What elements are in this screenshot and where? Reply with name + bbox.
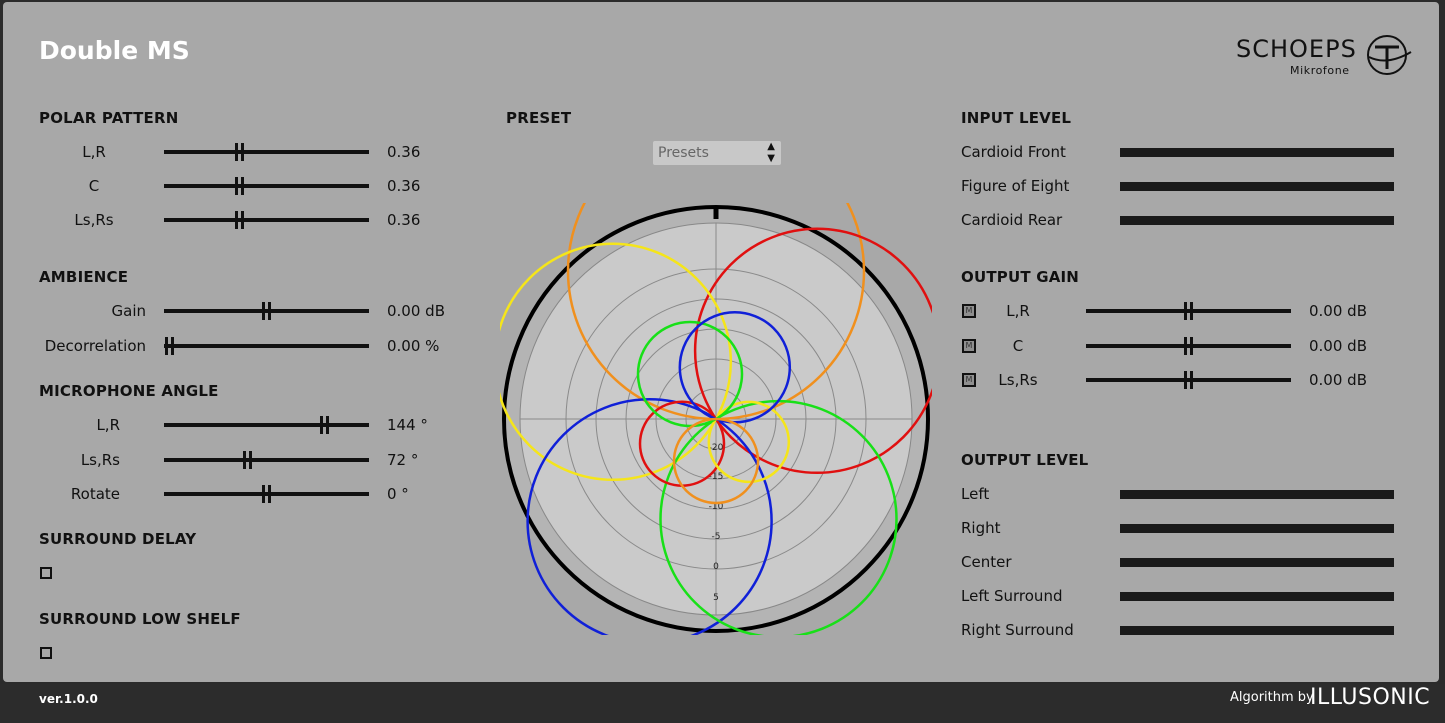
- output-gain-c-mute-button[interactable]: M: [962, 339, 976, 353]
- microphone-angle-rotate-slider[interactable]: [164, 485, 369, 503]
- plugin-title: Double MS: [39, 36, 190, 65]
- microphone-angle-ls-rs-slider-track: [164, 458, 369, 462]
- microphone-angle-ls-rs-slider[interactable]: [164, 451, 369, 469]
- microphone-angle-rotate-label: Rotate: [70, 485, 120, 503]
- output-gain-c-value: 0.00 dB: [1309, 337, 1367, 355]
- output-level-left-surround-meter: [1120, 592, 1394, 601]
- polar-pattern-c-slider[interactable]: [164, 177, 369, 195]
- surround-low-shelf-checkbox[interactable]: [40, 647, 52, 659]
- polar-pattern-l-r-label: L,R: [82, 143, 106, 161]
- output-gain-ls-rs-mute-button[interactable]: M: [962, 373, 976, 387]
- microphone-angle-ls-rs-value: 72 °: [387, 451, 419, 469]
- microphone-angle-ls-rs-label: Ls,Rs: [80, 451, 120, 469]
- polar-pattern-ls-rs-value: 0.36: [387, 211, 421, 229]
- ambience-gain-label: Gain: [111, 302, 147, 320]
- input-level-cardioid-front-meter: [1120, 148, 1394, 157]
- output-level-right-label: Right: [961, 519, 1001, 537]
- input-level-cardioid-rear-meter: [1120, 216, 1394, 225]
- polar-pattern-ls-rs-label: Ls,Rs: [74, 211, 114, 229]
- polar-pattern-ls-rs-slider-thumb[interactable]: [234, 211, 245, 229]
- output-level-left-label: Left: [961, 485, 990, 503]
- polar-pattern-l-r-value: 0.36: [387, 143, 421, 161]
- polar-pattern-l-r-slider-thumb[interactable]: [234, 143, 245, 161]
- surround-delay-heading: SURROUND DELAY: [39, 530, 197, 548]
- output-gain-l-r-slider[interactable]: [1086, 302, 1291, 320]
- output-level-right-meter: [1120, 524, 1394, 533]
- polar-pattern-c-slider-track: [164, 184, 369, 188]
- polar-pattern-c-label: C: [88, 177, 100, 195]
- output-gain-l-r-slider-thumb[interactable]: [1183, 302, 1194, 320]
- ambience-gain-slider-thumb[interactable]: [261, 302, 272, 320]
- microphone-angle-heading: MICROPHONE ANGLE: [39, 382, 219, 400]
- ambience-decorrelation-slider-track: [164, 344, 369, 348]
- output-level-heading: OUTPUT LEVEL: [961, 451, 1089, 469]
- preset-dropdown[interactable]: Presets ▲ ▼: [653, 141, 781, 165]
- ambience-decorrelation-label: Decorrelation: [44, 337, 146, 355]
- microphone-angle-l-r-slider-track: [164, 423, 369, 427]
- output-gain-l-r-mute-button[interactable]: M: [962, 304, 976, 318]
- surround-delay-checkbox[interactable]: [40, 567, 52, 579]
- schoeps-logo-icon: [1367, 35, 1412, 75]
- algorithm-by-label: Algorithm by: [1230, 690, 1314, 705]
- output-level-right-surround-meter: [1120, 626, 1394, 635]
- version-label: ver.1.0.0: [39, 692, 98, 706]
- polar-ring-label: 0: [713, 562, 719, 572]
- output-gain-ls-rs-slider[interactable]: [1086, 371, 1291, 389]
- polar-ring-label: 5: [713, 593, 719, 603]
- output-level-center-label: Center: [961, 553, 1012, 571]
- microphone-angle-rotate-value: 0 °: [387, 485, 409, 503]
- polar-ring-label: -5: [712, 532, 721, 542]
- input-level-figure-of-eight-label: Figure of Eight: [961, 177, 1070, 195]
- preset-dropdown-value: Presets: [658, 145, 709, 161]
- polar-pattern-c-slider-thumb[interactable]: [234, 177, 245, 195]
- output-gain-l-r-value: 0.00 dB: [1309, 302, 1367, 320]
- input-level-cardioid-front-label: Cardioid Front: [961, 143, 1066, 161]
- ambience-gain-value: 0.00 dB: [387, 302, 445, 320]
- output-level-center-meter: [1120, 558, 1394, 567]
- preset-heading: PRESET: [506, 109, 572, 127]
- input-level-figure-of-eight-meter: [1120, 182, 1394, 191]
- polar-pattern-ls-rs-slider-track: [164, 218, 369, 222]
- output-gain-ls-rs-value: 0.00 dB: [1309, 371, 1367, 389]
- polar-pattern-heading: POLAR PATTERN: [39, 109, 179, 127]
- output-gain-ls-rs-label: Ls,Rs: [998, 371, 1038, 389]
- microphone-angle-l-r-label: L,R: [96, 416, 120, 434]
- microphone-angle-ls-rs-slider-thumb[interactable]: [242, 451, 253, 469]
- output-level-left-surround-label: Left Surround: [961, 587, 1063, 605]
- microphone-angle-l-r-slider-thumb[interactable]: [319, 416, 330, 434]
- output-gain-l-r-label: L,R: [1006, 302, 1030, 320]
- ambience-gain-slider[interactable]: [164, 302, 369, 320]
- polar-plot: -20-15-10-505: [500, 203, 932, 635]
- footer-bar: [0, 684, 1445, 723]
- polar-pattern-ls-rs-slider[interactable]: [164, 211, 369, 229]
- microphone-angle-rotate-slider-thumb[interactable]: [261, 485, 272, 503]
- input-level-heading: INPUT LEVEL: [961, 109, 1072, 127]
- ambience-decorrelation-slider[interactable]: [164, 337, 369, 355]
- ambience-decorrelation-value: 0.00 %: [387, 337, 440, 355]
- brand-name: SCHOEPS: [1236, 35, 1357, 63]
- polar-pattern-l-r-slider[interactable]: [164, 143, 369, 161]
- polar-pattern-l-r-slider-track: [164, 150, 369, 154]
- output-gain-c-slider[interactable]: [1086, 337, 1291, 355]
- polar-pattern-c-value: 0.36: [387, 177, 421, 195]
- updown-arrows-icon: ▲ ▼: [767, 141, 775, 164]
- input-level-cardioid-rear-label: Cardioid Rear: [961, 211, 1063, 229]
- brand-sub: Mikrofone: [1290, 64, 1350, 77]
- output-gain-c-slider-thumb[interactable]: [1183, 337, 1194, 355]
- output-level-left-meter: [1120, 490, 1394, 499]
- output-gain-ls-rs-slider-thumb[interactable]: [1183, 371, 1194, 389]
- output-gain-heading: OUTPUT GAIN: [961, 268, 1080, 286]
- vendor-logo: ILLUSONIC: [1310, 685, 1431, 710]
- microphone-angle-l-r-value: 144 °: [387, 416, 428, 434]
- ambience-heading: AMBIENCE: [39, 268, 129, 286]
- ambience-decorrelation-slider-thumb[interactable]: [164, 337, 175, 355]
- microphone-angle-l-r-slider[interactable]: [164, 416, 369, 434]
- surround-low-shelf-heading: SURROUND LOW SHELF: [39, 610, 241, 628]
- output-gain-c-label: C: [1012, 337, 1024, 355]
- output-level-right-surround-label: Right Surround: [961, 621, 1074, 639]
